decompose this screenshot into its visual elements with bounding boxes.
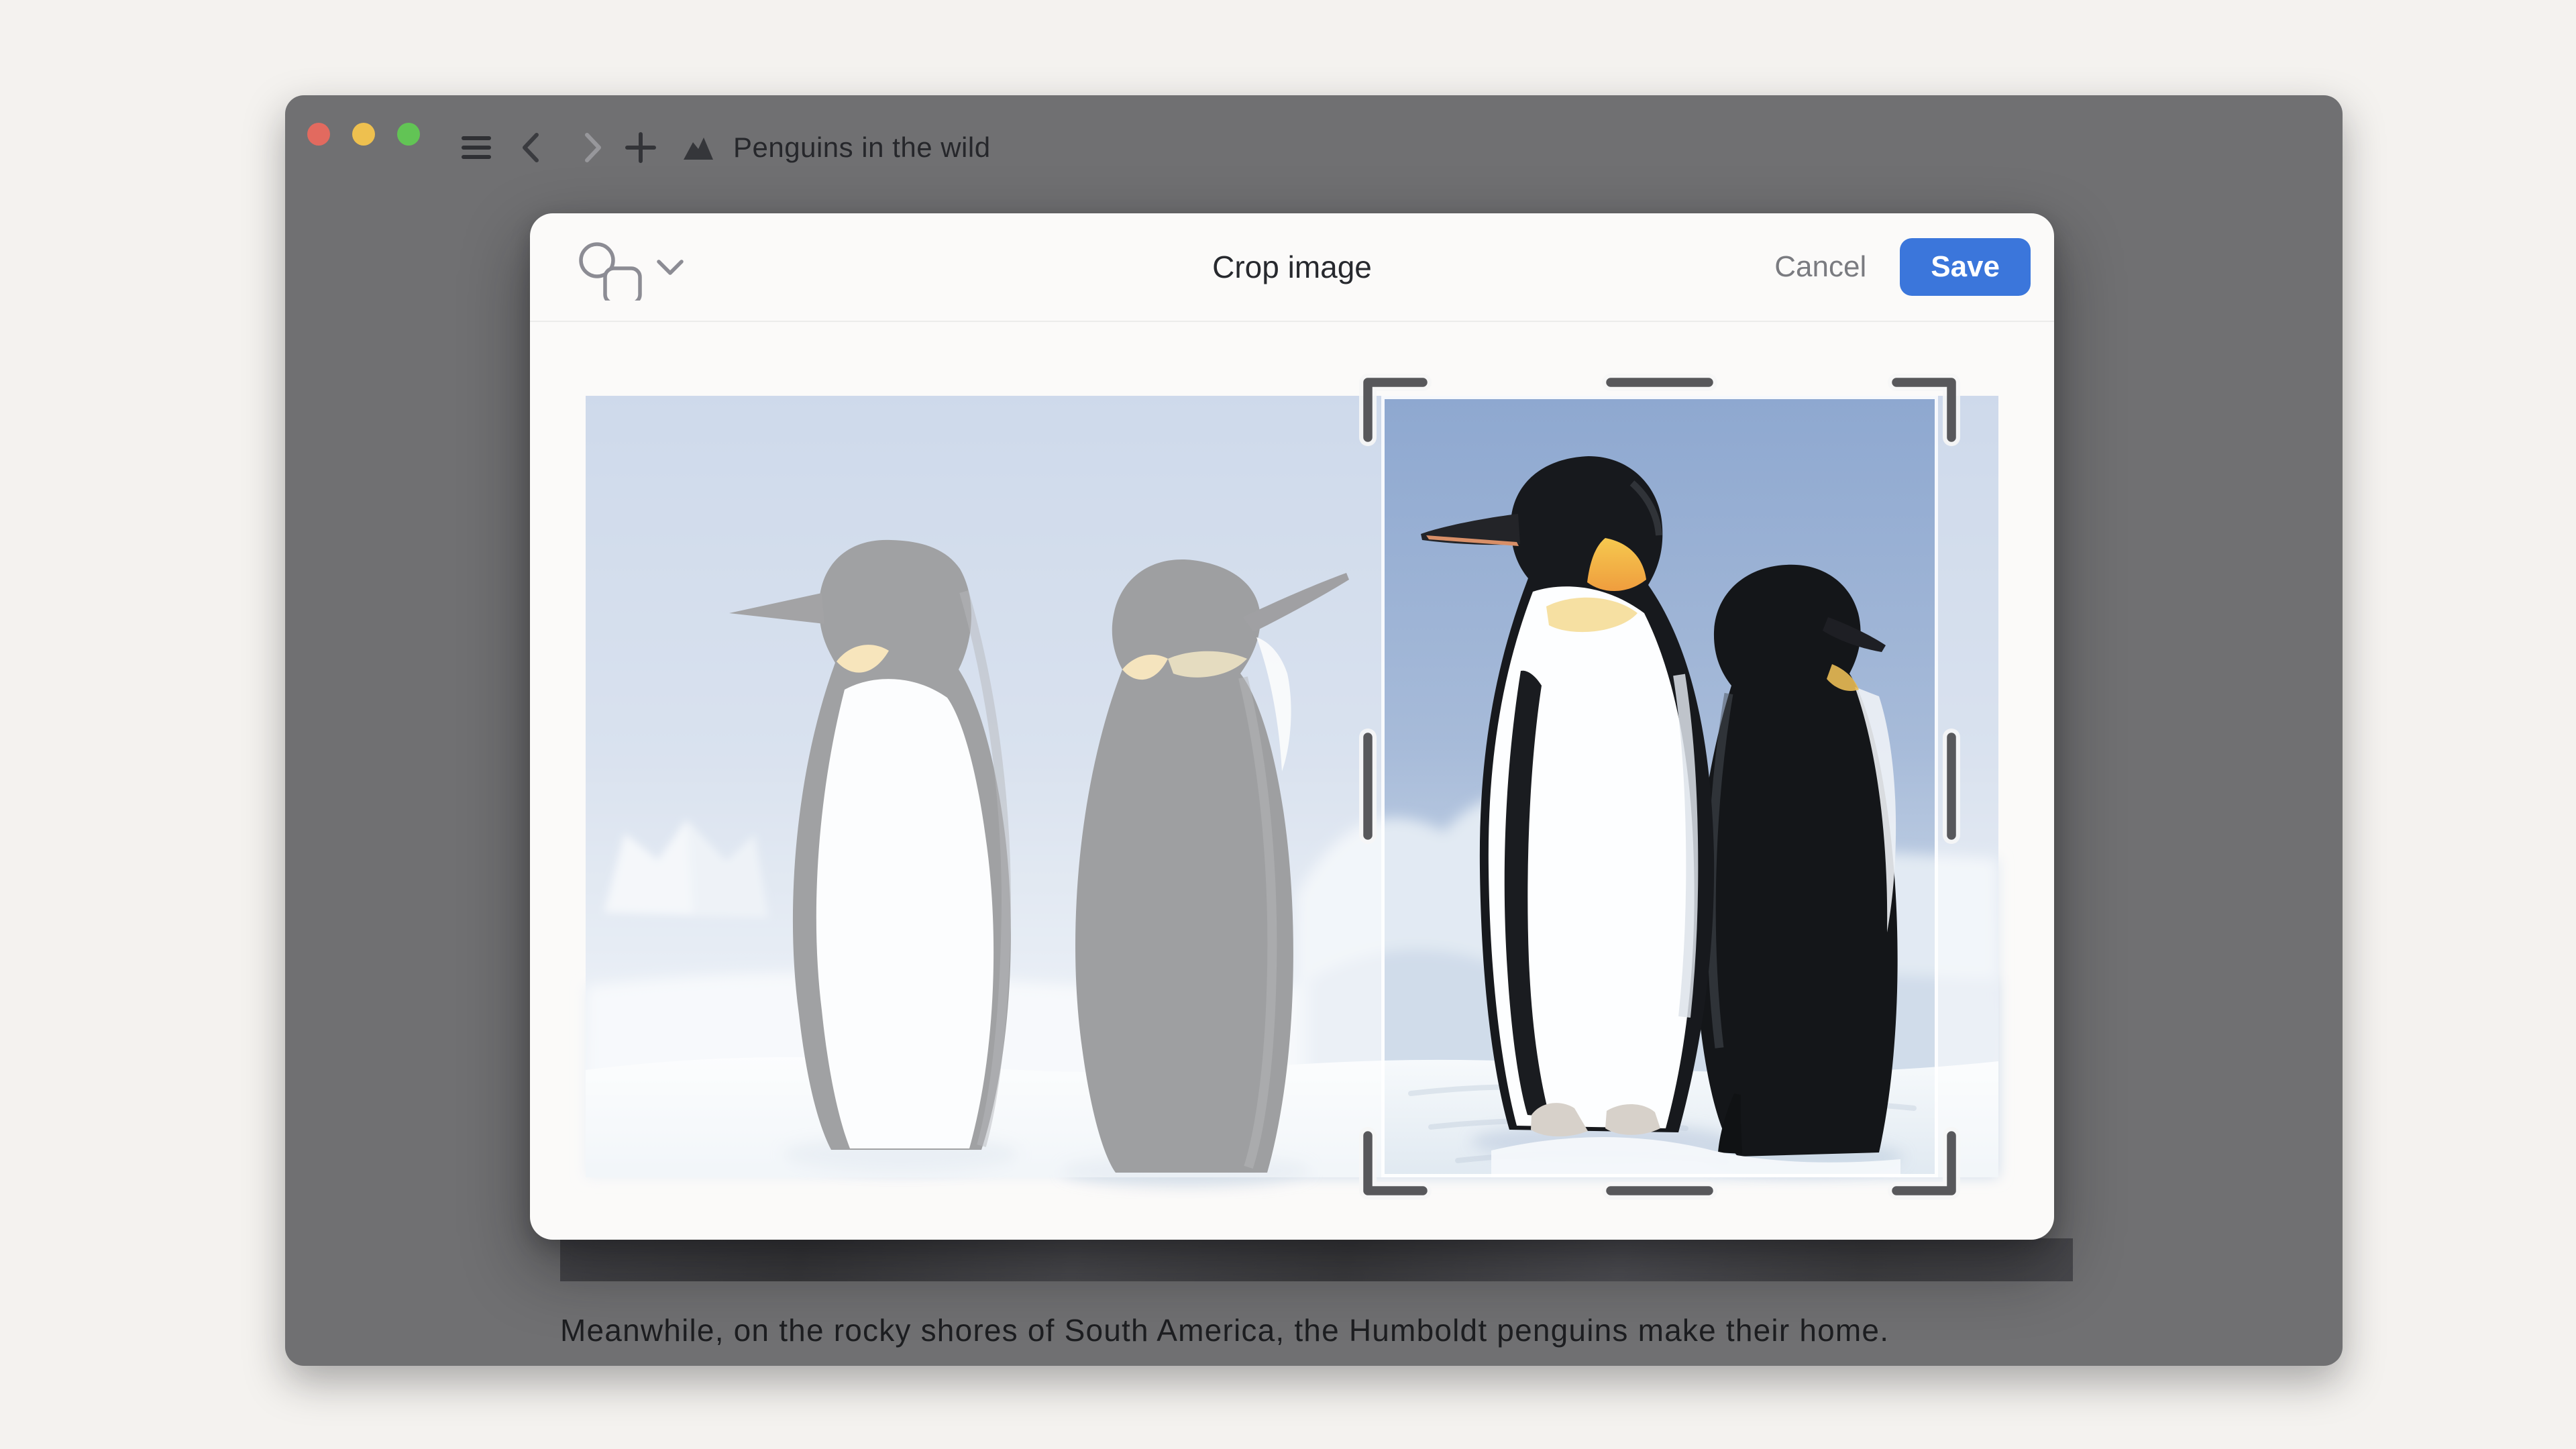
back-icon[interactable] (516, 130, 551, 165)
aspect-ratio-button[interactable] (570, 233, 698, 301)
close-button[interactable] (307, 123, 330, 146)
window-controls (307, 123, 420, 146)
menu-icon[interactable] (462, 136, 491, 159)
cancel-button[interactable]: Cancel (1770, 245, 1870, 289)
document-image-bottom (560, 1238, 2073, 1281)
page-title: Penguins in the wild (733, 129, 991, 166)
save-button[interactable]: Save (1900, 238, 2031, 296)
aspect-ratio-icon (581, 244, 640, 301)
zoom-button[interactable] (397, 123, 420, 146)
image-icon (682, 133, 715, 164)
dialog-actions: Cancel Save (1770, 213, 2031, 321)
crop-dialog-header: Crop image Cancel Save (530, 213, 2054, 322)
crop-dialog: Crop image Cancel Save (530, 213, 2054, 1240)
crop-dialog-body (530, 322, 2054, 1240)
forward-icon[interactable] (573, 130, 608, 165)
desktop: Penguins in the wild Meanwhile, on the r… (0, 0, 2576, 1449)
document-caption: Meanwhile, on the rocky shores of South … (560, 1312, 2170, 1348)
minimize-button[interactable] (352, 123, 375, 146)
crop-photo-canvas[interactable] (586, 396, 1998, 1177)
chevron-down-icon (659, 262, 682, 273)
add-icon[interactable] (623, 130, 658, 165)
dialog-title: Crop image (1212, 213, 1372, 321)
